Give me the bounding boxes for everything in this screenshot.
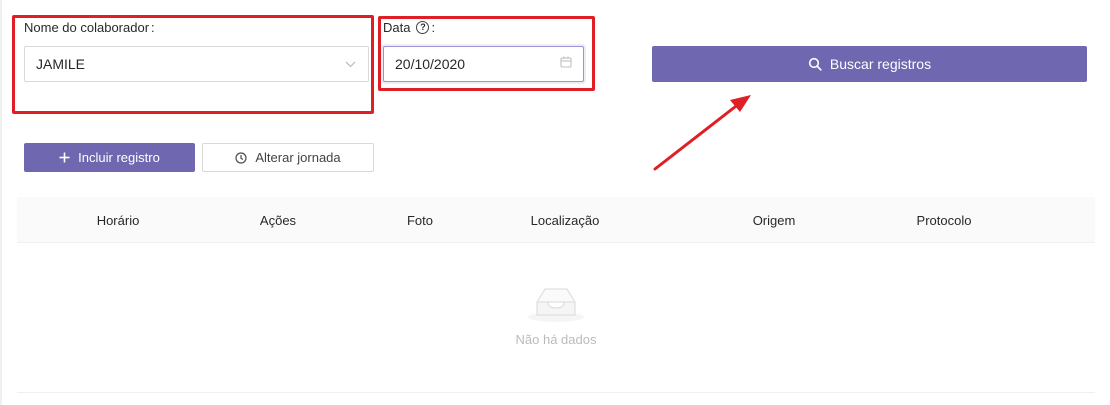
date-picker-value: 20/10/2020 bbox=[395, 56, 466, 72]
annotation-arrow bbox=[653, 95, 751, 171]
date-label-colon: : bbox=[431, 20, 436, 35]
employee-label: Nome do colaborador bbox=[24, 20, 150, 35]
calendar-icon[interactable] bbox=[560, 55, 572, 73]
add-record-button[interactable]: Incluir registro bbox=[24, 143, 195, 172]
records-table-header: Horário Ações Foto Localização Origem Pr… bbox=[17, 197, 1095, 243]
column-header-actions: Ações bbox=[259, 212, 297, 228]
empty-state-text: Não há dados bbox=[515, 332, 597, 347]
column-header-location: Localização bbox=[530, 212, 600, 228]
records-table-empty: Não há dados bbox=[17, 244, 1095, 393]
search-records-button[interactable]: Buscar registros bbox=[652, 46, 1087, 82]
search-icon bbox=[808, 57, 822, 71]
add-record-label: Incluir registro bbox=[78, 150, 160, 165]
employee-label-colon: : bbox=[151, 20, 155, 35]
column-header-photo: Foto bbox=[406, 212, 434, 228]
change-shift-button[interactable]: Alterar jornada bbox=[202, 143, 374, 172]
column-header-origin: Origem bbox=[752, 212, 796, 228]
column-header-time: Horário bbox=[96, 212, 140, 228]
inbox-empty-icon bbox=[527, 284, 585, 329]
change-shift-label: Alterar jornada bbox=[255, 150, 341, 165]
date-label: Data bbox=[383, 20, 411, 35]
date-label-wrap: Data ? : bbox=[383, 20, 435, 35]
column-header-protocol: Protocolo bbox=[916, 212, 972, 228]
employee-label-wrap: Nome do colaborador : bbox=[24, 20, 155, 35]
employee-select[interactable]: JAMILE bbox=[24, 46, 369, 82]
clock-icon bbox=[235, 151, 247, 164]
date-picker[interactable]: 20/10/2020 bbox=[383, 46, 584, 82]
page-edge bbox=[0, 0, 2, 405]
plus-icon bbox=[59, 152, 70, 163]
chevron-down-icon bbox=[344, 58, 356, 70]
help-icon[interactable]: ? bbox=[416, 21, 430, 34]
search-records-label: Buscar registros bbox=[829, 56, 932, 72]
employee-select-value: JAMILE bbox=[36, 56, 86, 72]
